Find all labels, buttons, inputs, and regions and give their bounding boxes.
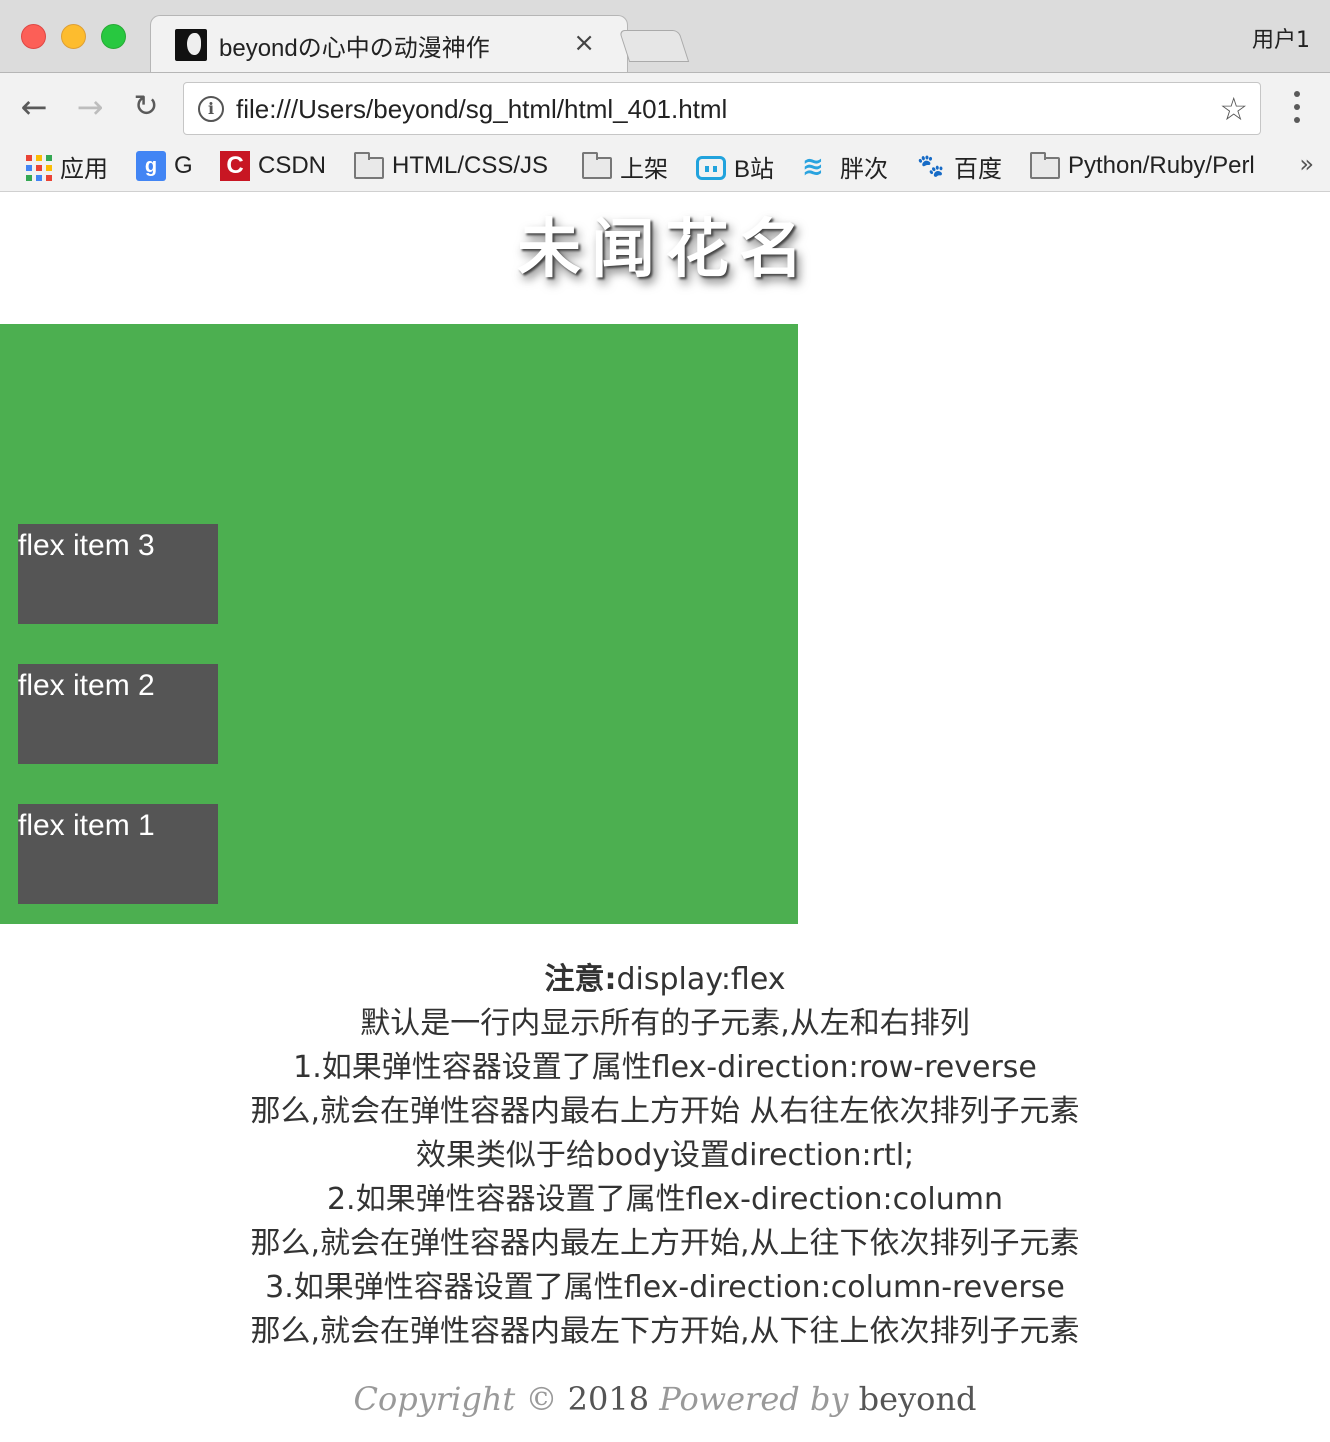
pangci-icon: ≋ (802, 151, 824, 181)
folder-icon (582, 152, 612, 179)
new-tab-button[interactable] (618, 30, 690, 62)
bookmark-bilibili[interactable]: B站 (696, 148, 774, 184)
favicon-icon (175, 29, 207, 61)
flex-container: flex item 1 flex item 2 flex item 3 (0, 324, 798, 924)
csdn-icon: C (220, 151, 250, 181)
more-menu-icon[interactable] (1287, 87, 1307, 127)
bookmark-label: Python/Ruby/Perl (1068, 152, 1255, 179)
flex-item-1: flex item 1 (18, 804, 218, 904)
note-line: 默认是一行内显示所有的子元素,从左和右排列 (360, 1006, 970, 1041)
back-arrow-icon[interactable]: ← (14, 87, 54, 127)
window-maximize-button[interactable] (101, 24, 126, 49)
note-line: 2.如果弹性容器设置了属性flex-direction:column (326, 1182, 1004, 1217)
profile-button[interactable]: 用户1 (1252, 22, 1310, 54)
note-heading: 注意:display:flex (0, 958, 1330, 1002)
apps-grid-icon (22, 151, 52, 181)
url-text[interactable]: file:///Users/beyond/sg_html/html_401.ht… (236, 94, 727, 125)
note-line: 1.如果弹性容器设置了属性flex-direction:row-reverse (293, 1050, 1037, 1085)
bookmark-label: 应用 (60, 155, 108, 183)
bookmark-label: 百度 (954, 155, 1002, 183)
browser-tab[interactable]: beyondの心中の动漫神作 × (150, 15, 628, 73)
tab-bar: beyondの心中の动漫神作 × 用户1 (0, 0, 1330, 73)
flex-item-3: flex item 3 (18, 524, 218, 624)
note-heading-text: display:flex (616, 962, 786, 997)
google-icon: g (136, 151, 166, 181)
note-line: 那么,就会在弹性容器内最左下方开始,从下往上依次排列子元素 (250, 1314, 1080, 1349)
tab-title: beyondの心中の动漫神作 (219, 35, 490, 62)
footer-copyright: Copyright (353, 1380, 516, 1418)
note-line: 那么,就会在弹性容器内最左上方开始,从上往下依次排列子元素 (250, 1226, 1080, 1261)
flex-item-2: flex item 2 (18, 664, 218, 764)
footer-year: 2018 (567, 1380, 650, 1418)
window-close-button[interactable] (21, 24, 46, 49)
bookmark-csdn[interactable]: C CSDN (220, 148, 326, 184)
bookmark-baidu[interactable]: 🐾 百度 (916, 148, 1002, 184)
address-bar[interactable]: i file:///Users/beyond/sg_html/html_401.… (183, 82, 1261, 135)
note-line: 效果类似于给body设置direction:rtl; (415, 1138, 915, 1173)
bookmark-label: 上架 (620, 155, 668, 183)
bookmark-folder-html[interactable]: HTML/CSS/JS (354, 148, 548, 184)
window-minimize-button[interactable] (61, 24, 86, 49)
bookmark-google[interactable]: g G (136, 148, 193, 184)
forward-arrow-icon[interactable]: → (70, 87, 110, 127)
bookmark-label: HTML/CSS/JS (392, 152, 549, 179)
notes-block: 注意:display:flex 默认是一行内显示所有的子元素,从左和右排列 1.… (0, 958, 1330, 1354)
browser-toolbar: ← → ↻ i file:///Users/beyond/sg_html/htm… (0, 72, 1330, 142)
note-label: 注意: (544, 962, 617, 997)
bookmark-label: B站 (734, 155, 775, 183)
page-title: 未闻花名 (517, 213, 813, 287)
star-icon[interactable]: ☆ (1219, 90, 1248, 128)
bookmark-label: G (174, 152, 193, 179)
bookmarks-bar: 应用 g G C CSDN HTML/CSS/JS 上架 B站 ≋ 胖次 🐾 百… (0, 142, 1330, 192)
tab-close-icon[interactable]: × (573, 28, 595, 58)
note-line: 那么,就会在弹性容器内最右上方开始 从右往左依次排列子元素 (250, 1094, 1080, 1129)
folder-icon (1030, 152, 1060, 179)
copyright-symbol: © (525, 1380, 558, 1418)
folder-icon (354, 152, 384, 179)
footer: Copyright © 2018 Powered by beyond (0, 1380, 1330, 1418)
note-line: 3.如果弹性容器设置了属性flex-direction:column-rever… (265, 1270, 1065, 1305)
bilibili-icon (696, 156, 726, 180)
bookmarks-overflow-icon[interactable]: » (1299, 150, 1314, 178)
reload-icon[interactable]: ↻ (126, 87, 166, 127)
bookmark-label: CSDN (258, 152, 327, 179)
bookmark-folder-shangjia[interactable]: 上架 (582, 148, 668, 184)
footer-powered-by: Powered by (659, 1380, 849, 1418)
footer-author: beyond (858, 1380, 977, 1418)
bookmark-folder-python[interactable]: Python/Ruby/Perl (1030, 148, 1255, 184)
bookmark-label: 胖次 (840, 155, 888, 183)
bookmark-pangci[interactable]: ≋ 胖次 (802, 148, 888, 184)
info-icon[interactable]: i (198, 96, 224, 122)
bookmark-apps[interactable]: 应用 (22, 148, 108, 184)
baidu-icon: 🐾 (917, 153, 945, 178)
